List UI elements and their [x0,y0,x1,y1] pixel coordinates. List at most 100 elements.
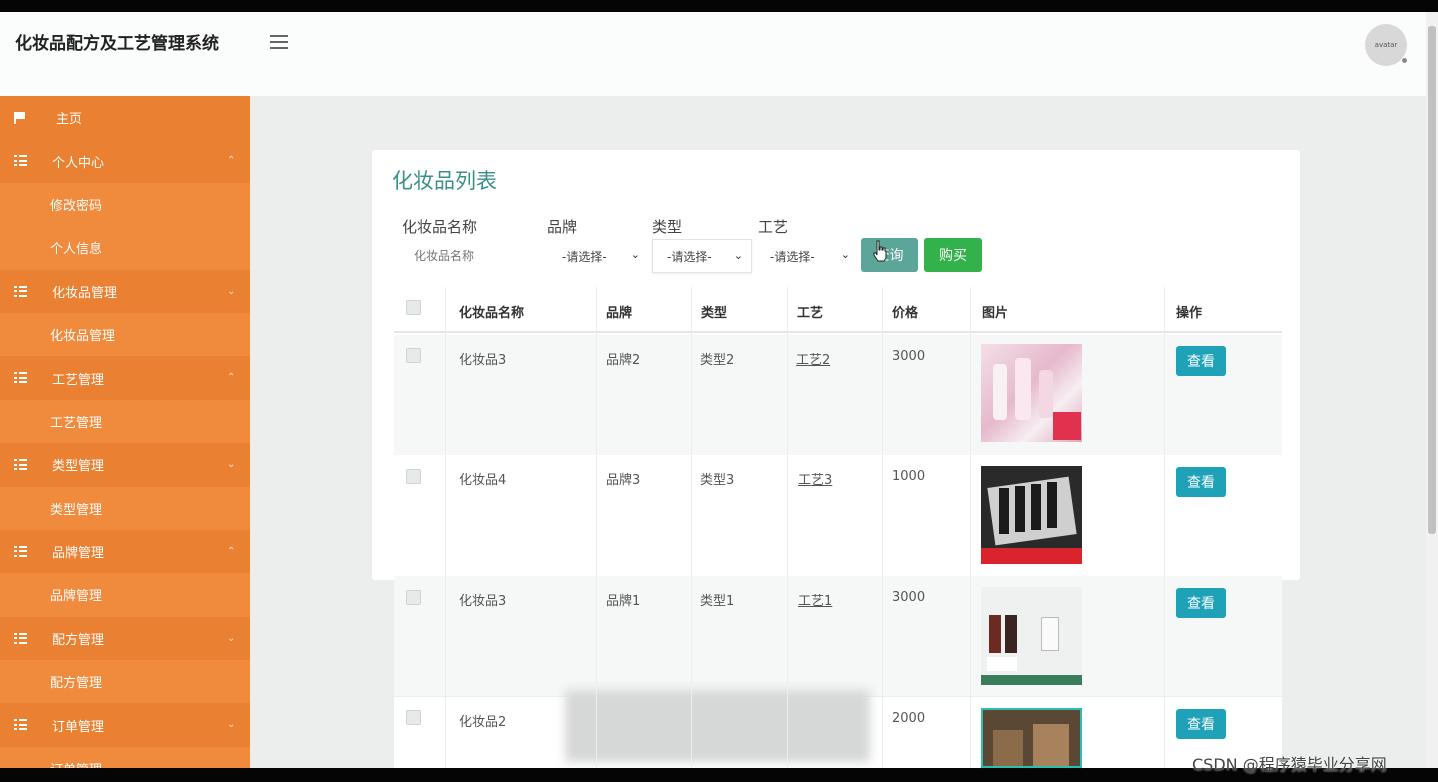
sidebar-item-12[interactable]: 配方管理 ⌄ [0,616,250,661]
col-header-name: 化妆品名称 [459,306,525,321]
sidebar: 主页 个人中心 ⌃ 修改密码 个人信息 化妆品管理 ⌄ 化妆品管理 工艺管理 ⌃ 工艺管理 类型管理 ⌄… [0,96,250,768]
cell-name: 化妆品3 [459,353,507,368]
sidebar-item-label: 个人中心 [52,155,105,171]
screen-top-edge [0,0,1438,12]
craft-filter-label: 工艺 [758,218,789,236]
column-divider [1164,287,1165,768]
chevron-down-icon: ⌄ [840,248,850,261]
redacted-region [565,690,870,762]
sidebar-item-15[interactable]: 订单管理 [0,746,250,768]
sidebar-item-9[interactable]: 类型管理 [0,486,250,530]
cell-name: 化妆品3 [459,594,507,609]
sidebar-item-13[interactable]: 配方管理 [0,660,250,704]
row-checkbox[interactable] [406,348,421,363]
product-image [981,466,1082,564]
sidebar-item-label: 配方管理 [50,676,103,692]
cell-price: 3000 [892,349,926,364]
row-checkbox[interactable] [406,590,421,605]
type-select-value: -请选择- [667,249,712,264]
cell-craft: 工艺2 [796,353,831,368]
status-dot-icon [1401,57,1408,64]
chevron-up-icon: ⌃ [227,155,236,167]
table-row [394,335,1282,455]
view-button[interactable]: 查看 [1176,467,1226,497]
cell-craft: 工艺3 [798,473,833,488]
sidebar-item-8[interactable]: 类型管理 ⌄ [0,443,250,487]
col-header-craft: 工艺 [797,306,824,321]
view-button[interactable]: 查看 [1176,709,1226,739]
cell-type: 类型2 [700,353,735,368]
cell-name: 化妆品4 [459,473,507,488]
cell-brand: 品牌2 [606,353,641,368]
col-header-actions: 操作 [1176,306,1203,321]
cell-price: 3000 [892,590,926,605]
cell-name: 化妆品2 [459,715,507,730]
cell-craft: 工艺1 [798,594,833,609]
view-button[interactable]: 查看 [1176,588,1226,618]
sidebar-item-label: 化妆品管理 [50,329,116,345]
grid-icon [14,459,27,471]
brand-filter-label: 品牌 [547,218,578,236]
sidebar-item-label: 工艺管理 [52,372,105,388]
sidebar-item-4[interactable]: 化妆品管理 ⌄ [0,269,250,313]
sidebar-item-1[interactable]: 个人中心 ⌃ [0,139,250,183]
table-row [394,576,1282,696]
grid-icon [14,545,27,557]
sidebar-item-14[interactable]: 订单管理 ⌄ [0,703,250,747]
chevron-down-icon: ⌄ [733,249,743,262]
sidebar-item-2[interactable]: 修改密码 [0,182,250,227]
cell-price: 1000 [892,469,926,484]
craft-select-value: -请选择- [770,249,815,264]
cell-price: 2000 [892,711,926,726]
name-search-input[interactable] [400,239,540,273]
scrollbar-thumb[interactable] [1428,26,1436,534]
brand-select-value: -请选择- [562,249,607,264]
sidebar-item-label: 修改密码 [50,198,103,214]
grid-icon [14,372,27,384]
column-divider [445,287,446,768]
cell-type: 类型1 [700,594,735,609]
grid-icon [14,632,27,644]
chevron-down-icon: ⌄ [630,248,640,261]
sidebar-item-label: 化妆品管理 [52,285,118,301]
sidebar-item-6[interactable]: 工艺管理 ⌃ [0,356,250,400]
row-checkbox[interactable] [406,710,421,725]
cell-brand: 品牌1 [606,594,641,609]
sidebar-item-11[interactable]: 品牌管理 [0,573,250,617]
name-filter-label: 化妆品名称 [402,218,478,236]
brand-select[interactable]: -请选择- ⌄ [548,239,648,273]
column-divider [596,287,597,768]
sidebar-item-5[interactable]: 化妆品管理 [0,312,250,357]
search-button[interactable]: 查询 [861,238,918,272]
col-header-type: 类型 [701,306,728,321]
grid-icon [14,155,27,167]
select-all-checkbox[interactable] [406,300,421,315]
cell-brand: 品牌3 [606,473,641,488]
sidebar-item-label: 工艺管理 [50,415,103,431]
grid-icon [14,285,27,297]
flag-icon [14,112,26,124]
sidebar-item-0[interactable]: 主页 [0,96,250,140]
sidebar-item-7[interactable]: 工艺管理 [0,399,250,444]
chevron-up-icon: ⌃ [227,545,236,557]
col-header-price: 价格 [892,306,919,321]
product-image [981,344,1082,442]
menu-toggle-icon[interactable] [270,35,288,49]
col-header-brand: 品牌 [606,306,633,321]
sidebar-item-3[interactable]: 个人信息 [0,226,250,270]
craft-select[interactable]: -请选择- ⌄ [756,239,858,273]
sidebar-item-label: 配方管理 [52,632,105,648]
col-header-image: 图片 [982,306,1009,321]
sidebar-item-label: 订单管理 [52,719,105,735]
row-checkbox[interactable] [406,469,421,484]
view-button[interactable]: 查看 [1176,346,1226,376]
sidebar-item-label: 订单管理 [50,759,102,768]
column-divider [970,287,971,768]
buy-button[interactable]: 购买 [924,238,982,272]
product-image [981,708,1082,768]
type-filter-label: 类型 [652,218,683,236]
sidebar-item-label: 品牌管理 [52,546,105,562]
type-select[interactable]: -请选择- ⌄ [652,239,752,273]
sidebar-item-10[interactable]: 品牌管理 ⌃ [0,529,250,574]
sidebar-item-label: 个人信息 [50,242,103,258]
